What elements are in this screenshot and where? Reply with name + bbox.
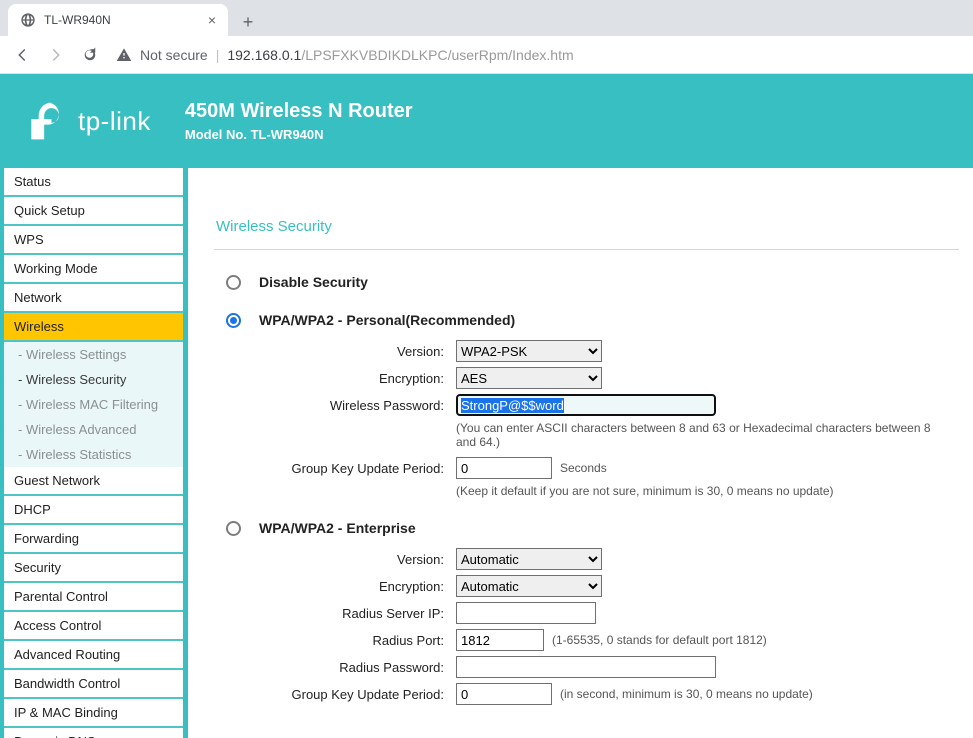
sidebar-item-ip-mac-binding[interactable]: IP & MAC Binding — [4, 699, 183, 728]
label-radius-password: Radius Password: — [256, 660, 456, 675]
input-radius-ip[interactable] — [456, 602, 596, 624]
radio-disable-security[interactable] — [226, 275, 241, 290]
sidebar-subitem[interactable]: - Wireless Security — [4, 367, 183, 392]
sidebar-nav: StatusQuick SetupWPSWorking ModeNetworkW… — [0, 168, 188, 738]
back-button[interactable] — [8, 41, 36, 69]
sidebar-item-wireless[interactable]: Wireless — [4, 313, 183, 342]
input-radius-port[interactable] — [456, 629, 544, 651]
section-title: Wireless Security — [216, 218, 959, 235]
sidebar-subitem[interactable]: - Wireless Settings — [4, 342, 183, 367]
hint-ent-gkup: (in second, minimum is 30, 0 means no up… — [560, 687, 813, 701]
hint-gkup: (Keep it default if you are not sure, mi… — [456, 484, 936, 498]
sidebar-submenu: - Wireless Settings- Wireless Security- … — [4, 342, 183, 467]
select-personal-version[interactable]: WPA2-PSK — [456, 340, 602, 362]
tab-title: TL-WR940N — [44, 13, 111, 27]
sidebar-item-parental-control[interactable]: Parental Control — [4, 583, 183, 612]
input-enterprise-gkup[interactable] — [456, 683, 552, 705]
brand-text: tp-link — [78, 106, 151, 137]
radio-wpa-enterprise[interactable] — [226, 521, 241, 536]
sidebar-item-dynamic-dns[interactable]: Dynamic DNS — [4, 728, 183, 738]
page-header: tp-link 450M Wireless N Router Model No.… — [0, 74, 973, 168]
forward-button[interactable] — [42, 41, 70, 69]
label-gkup: Group Key Update Period: — [256, 461, 456, 476]
option-wpa-enterprise: WPA/WPA2 - Enterprise — [259, 520, 416, 536]
hint-password: (You can enter ASCII characters between … — [456, 421, 936, 449]
label-version: Version: — [256, 344, 456, 359]
browser-tab-strip: TL-WR940N × + — [0, 0, 973, 36]
label-encryption: Encryption: — [256, 371, 456, 386]
security-status: Not secure — [140, 47, 208, 63]
hint-radius-port: (1-65535, 0 stands for default port 1812… — [552, 633, 767, 647]
browser-tab[interactable]: TL-WR940N × — [8, 4, 228, 36]
sidebar-item-bandwidth-control[interactable]: Bandwidth Control — [4, 670, 183, 699]
address-bar[interactable]: Not secure | 192.168.0.1/LPSFXKVBDIKDLKP… — [116, 47, 574, 63]
sidebar-item-wps[interactable]: WPS — [4, 226, 183, 255]
product-title: 450M Wireless N Router — [185, 100, 413, 123]
url-path: /LPSFXKVBDIKDLKPC/userRpm/Index.htm — [301, 47, 573, 63]
input-personal-gkup[interactable] — [456, 457, 552, 479]
sidebar-item-advanced-routing[interactable]: Advanced Routing — [4, 641, 183, 670]
sidebar-subitem[interactable]: - Wireless Statistics — [4, 442, 183, 467]
sidebar-item-guest-network[interactable]: Guest Network — [4, 467, 183, 496]
sidebar-item-network[interactable]: Network — [4, 284, 183, 313]
reload-button[interactable] — [76, 41, 104, 69]
label-ent-version: Version: — [256, 552, 456, 567]
option-disable-security: Disable Security — [259, 274, 368, 290]
globe-icon — [20, 12, 36, 28]
brand-logo: tp-link — [24, 99, 151, 143]
sidebar-item-dhcp[interactable]: DHCP — [4, 496, 183, 525]
select-enterprise-encryption[interactable]: Automatic — [456, 575, 602, 597]
sidebar-item-security[interactable]: Security — [4, 554, 183, 583]
divider — [214, 249, 959, 250]
main-content: Wireless Security Disable Security WPA/W… — [188, 168, 973, 738]
input-radius-password[interactable] — [456, 656, 716, 678]
sidebar-item-access-control[interactable]: Access Control — [4, 612, 183, 641]
tplink-icon — [24, 99, 68, 143]
sidebar-item-working-mode[interactable]: Working Mode — [4, 255, 183, 284]
select-enterprise-version[interactable]: Automatic — [456, 548, 602, 570]
product-model: Model No. TL-WR940N — [185, 127, 413, 142]
sidebar-subitem[interactable]: - Wireless MAC Filtering — [4, 392, 183, 417]
radio-wpa-personal[interactable] — [226, 313, 241, 328]
sidebar-item-forwarding[interactable]: Forwarding — [4, 525, 183, 554]
sidebar-item-status[interactable]: Status — [4, 168, 183, 197]
option-wpa-personal: WPA/WPA2 - Personal(Recommended) — [259, 312, 515, 328]
new-tab-button[interactable]: + — [234, 8, 262, 36]
input-wireless-password[interactable] — [456, 394, 716, 416]
select-personal-encryption[interactable]: AES — [456, 367, 602, 389]
label-ent-gkup: Group Key Update Period: — [256, 687, 456, 702]
unit-seconds: Seconds — [560, 461, 607, 475]
url-host: 192.168.0.1 — [227, 47, 301, 63]
close-icon[interactable]: × — [208, 13, 216, 27]
browser-toolbar: Not secure | 192.168.0.1/LPSFXKVBDIKDLKP… — [0, 36, 973, 74]
sidebar-subitem[interactable]: - Wireless Advanced — [4, 417, 183, 442]
label-radius-port: Radius Port: — [256, 633, 456, 648]
sidebar-item-quick-setup[interactable]: Quick Setup — [4, 197, 183, 226]
label-radius-ip: Radius Server IP: — [256, 606, 456, 621]
warning-icon — [116, 47, 132, 63]
label-ent-encryption: Encryption: — [256, 579, 456, 594]
label-wireless-password: Wireless Password: — [256, 398, 456, 413]
